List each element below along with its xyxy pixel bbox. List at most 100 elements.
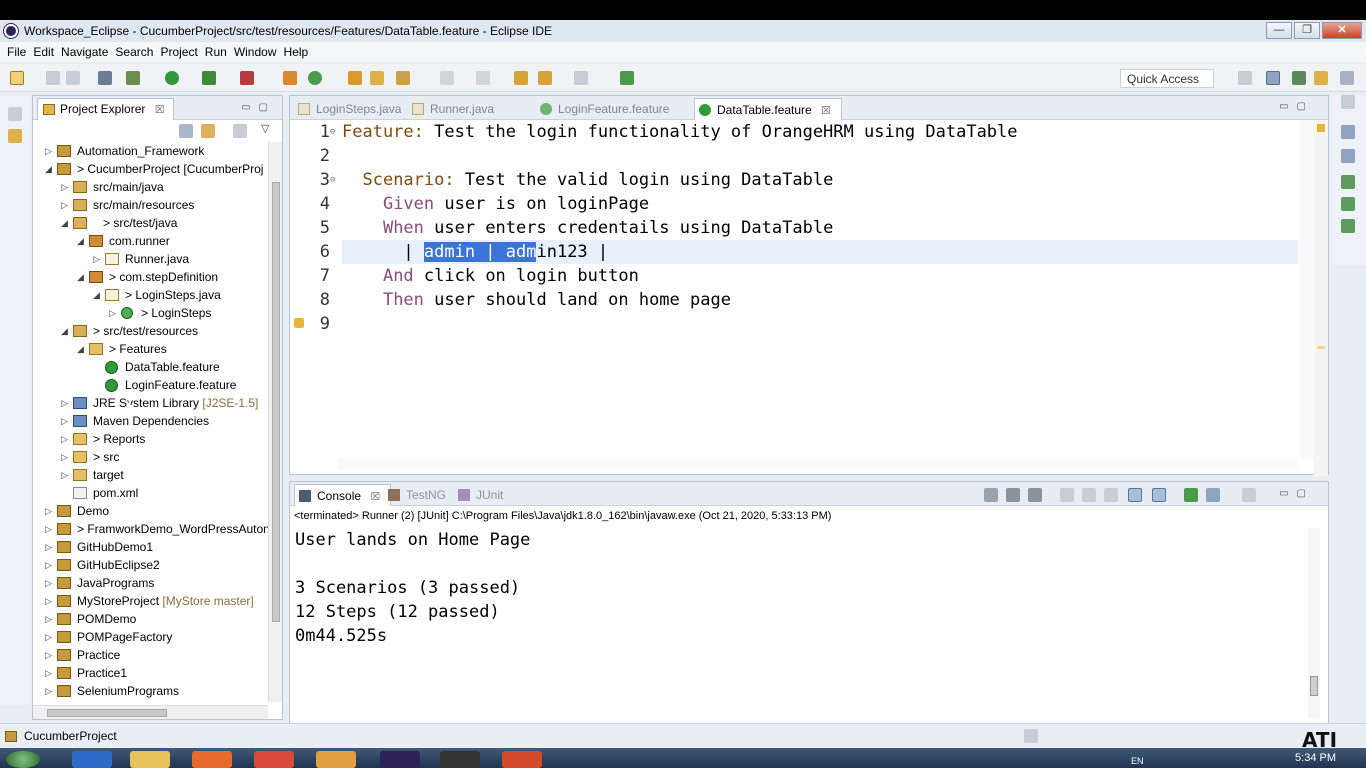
- external-tools-icon[interactable]: [240, 71, 254, 85]
- office-icon[interactable]: [502, 751, 542, 768]
- save-all-icon[interactable]: [66, 71, 80, 85]
- menu-edit[interactable]: Edit: [32, 45, 60, 59]
- java-perspective-icon[interactable]: [1314, 71, 1328, 85]
- cucumber-feature-icon: [105, 379, 118, 392]
- progress-icon[interactable]: [1024, 729, 1038, 743]
- open-type-icon[interactable]: [348, 71, 362, 85]
- chrome-icon[interactable]: [254, 751, 294, 768]
- next-annotation-icon[interactable]: [440, 71, 454, 85]
- remove-launch-icon[interactable]: [1006, 488, 1020, 502]
- status-text: CucumberProject: [24, 729, 117, 743]
- editor-horizontal-scrollbar[interactable]: [338, 458, 1298, 470]
- pin-console-icon[interactable]: [1184, 488, 1198, 502]
- eclipse-taskbar-icon[interactable]: [380, 751, 420, 768]
- display-selected-console-icon[interactable]: [1206, 488, 1220, 502]
- snippets-icon[interactable]: [1341, 219, 1355, 233]
- menu-run[interactable]: Run: [204, 45, 233, 59]
- menu-file[interactable]: File: [6, 45, 32, 59]
- link-with-editor-icon[interactable]: [201, 124, 215, 138]
- console-minimize-maximize[interactable]: ▭▢: [1279, 488, 1314, 499]
- pin-editor-icon[interactable]: [620, 71, 634, 85]
- explorer-horizontal-scrollbar[interactable]: [33, 705, 268, 719]
- forward-icon[interactable]: [574, 71, 588, 85]
- eclipse-window: Workspace_Eclipse - CucumberProject/src/…: [0, 20, 1366, 752]
- editor-minimize-maximize[interactable]: ▭▢: [1279, 101, 1314, 112]
- firefox-icon[interactable]: [192, 751, 232, 768]
- github-icon[interactable]: [440, 751, 480, 768]
- skip-breakpoints-icon[interactable]: [98, 71, 112, 85]
- outline-icon[interactable]: [1341, 125, 1355, 139]
- start-button-icon[interactable]: [6, 751, 40, 768]
- tab-console[interactable]: Console ☒: [294, 484, 392, 506]
- package-explorer-icon[interactable]: [8, 129, 22, 143]
- tab-project-explorer[interactable]: Project Explorer ☒: [37, 98, 174, 120]
- menu-help[interactable]: Help: [283, 45, 315, 59]
- minimize-button[interactable]: —: [1266, 22, 1292, 39]
- collapse-all-icon[interactable]: [179, 124, 193, 138]
- terminate-icon[interactable]: [984, 488, 998, 502]
- restore-view-icon[interactable]: [1341, 95, 1355, 109]
- tab-runner-java[interactable]: Runner.java: [408, 98, 494, 120]
- occurrence-marker[interactable]: [1317, 346, 1325, 349]
- back-icon[interactable]: [538, 71, 552, 85]
- tab-datatable-feature[interactable]: DataTable.feature ☒: [694, 98, 842, 120]
- view-menu-icon[interactable]: ▽: [261, 122, 269, 135]
- show-on-stderr-icon[interactable]: [1152, 488, 1166, 502]
- scroll-lock-icon[interactable]: [1082, 488, 1096, 502]
- tab-testng[interactable]: TestNG: [384, 484, 446, 506]
- remove-all-launches-icon[interactable]: [1028, 488, 1042, 502]
- java-ee-perspective-icon[interactable]: [1266, 71, 1280, 85]
- close-tab-icon[interactable]: ☒: [821, 105, 831, 117]
- debug-perspective-icon[interactable]: [1292, 71, 1306, 85]
- menu-navigate[interactable]: Navigate: [60, 45, 114, 59]
- language-indicator[interactable]: EN: [1131, 756, 1144, 766]
- explorer-vertical-scrollbar[interactable]: [268, 142, 282, 702]
- open-task-icon[interactable]: [370, 71, 384, 85]
- debug-icon[interactable]: [126, 71, 140, 85]
- source-folder-icon: [73, 199, 87, 211]
- word-wrap-icon[interactable]: [1104, 488, 1118, 502]
- editor-vertical-scrollbar[interactable]: [1300, 120, 1314, 460]
- close-button[interactable]: ✕: [1322, 22, 1362, 39]
- coverage-icon[interactable]: [202, 71, 216, 85]
- overview-ruler[interactable]: [1314, 120, 1328, 476]
- warning-overview-icon[interactable]: [1317, 124, 1325, 132]
- internet-explorer-icon[interactable]: [72, 751, 112, 768]
- close-view-icon[interactable]: ☒: [370, 491, 380, 503]
- code-editor[interactable]: 1 ⊖ Feature: Test the login functionality …: [290, 120, 1302, 460]
- new-java-package-icon[interactable]: [283, 71, 297, 85]
- close-view-icon[interactable]: ☒: [155, 104, 165, 116]
- last-edit-icon[interactable]: [514, 71, 528, 85]
- menu-project[interactable]: Project: [159, 45, 203, 59]
- open-console-icon[interactable]: [1242, 488, 1256, 502]
- code-line: 8 Then user should land on home page: [319, 290, 731, 310]
- view-minimize-maximize[interactable]: ▭▢: [241, 102, 276, 113]
- data-source-icon[interactable]: [1341, 197, 1355, 211]
- tab-loginfeature[interactable]: LoginFeature.feature: [536, 98, 669, 120]
- restore-view-icon[interactable]: [8, 107, 22, 121]
- task-list-icon[interactable]: [1341, 149, 1355, 163]
- console-output[interactable]: User lands on Home Page 3 Scenarios (3 p…: [295, 528, 530, 648]
- new-java-class-icon[interactable]: [308, 71, 322, 85]
- system-clock[interactable]: 5:34 PM: [1295, 752, 1336, 764]
- run-icon[interactable]: [165, 71, 179, 85]
- file-explorer-icon[interactable]: [130, 751, 170, 768]
- menu-window[interactable]: Window: [233, 45, 283, 59]
- clear-console-icon[interactable]: [1060, 488, 1074, 502]
- console-vertical-scrollbar[interactable]: [1308, 528, 1320, 718]
- show-on-stdout-icon[interactable]: [1128, 488, 1142, 502]
- save-icon[interactable]: [46, 71, 60, 85]
- tab-loginsteps-java[interactable]: LoginSteps.java: [294, 98, 401, 120]
- new-icon[interactable]: [10, 71, 24, 85]
- servers-icon[interactable]: [1341, 175, 1355, 189]
- menu-search[interactable]: Search: [114, 45, 159, 59]
- previous-annotation-icon[interactable]: [476, 71, 490, 85]
- git-perspective-icon[interactable]: [1340, 71, 1354, 85]
- quick-access-input[interactable]: Quick Access: [1120, 69, 1214, 88]
- restore-button[interactable]: ❐: [1294, 22, 1320, 39]
- open-perspective-icon[interactable]: [1238, 71, 1252, 85]
- tab-junit[interactable]: JUnit: [454, 484, 503, 506]
- search-icon[interactable]: [396, 71, 410, 85]
- focus-icon[interactable]: [233, 124, 247, 138]
- media-player-icon[interactable]: [316, 751, 356, 768]
